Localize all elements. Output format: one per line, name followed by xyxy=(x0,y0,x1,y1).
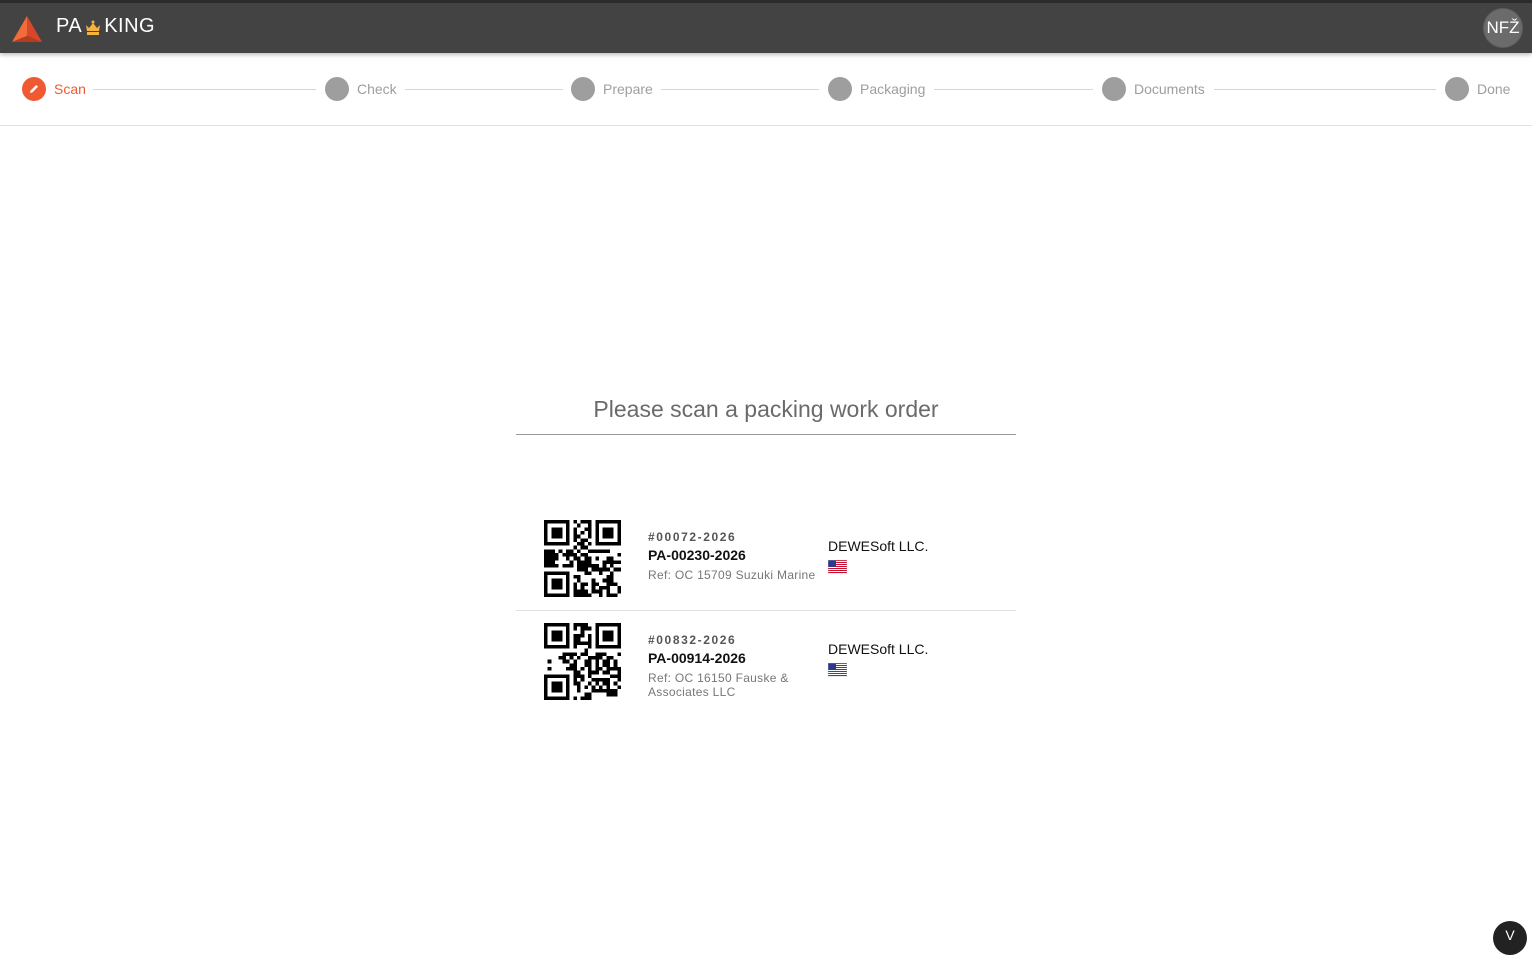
step-check-label: Check xyxy=(357,81,397,97)
progress-stepper: Scan Check Prepare Packaging Documents D… xyxy=(0,53,1532,126)
step-scan-dot xyxy=(22,77,46,101)
customer-info: DEWESoft LLC. xyxy=(828,538,928,574)
top-bar: PA KING NFŽ xyxy=(0,0,1532,53)
triangle-logo-icon[interactable] xyxy=(11,14,43,44)
order-ref: Ref: OC 15709 Suzuki Marine xyxy=(648,568,816,582)
step-packaging-dot xyxy=(828,77,852,101)
order-ref: Ref: OC 16150 Fauske & Associates LLC xyxy=(648,671,789,699)
step-prepare-dot xyxy=(571,77,595,101)
order-code: PA-00230-2026 xyxy=(648,547,746,563)
pencil-icon xyxy=(30,85,38,93)
customer-info: DEWESoft LLC. xyxy=(828,641,928,677)
step-prepare-label: Prepare xyxy=(603,81,653,97)
step-connector xyxy=(1214,89,1436,90)
step-done[interactable]: Done xyxy=(1445,77,1510,101)
work-order-list: #00072-2026 PA-00230-2026 Ref: OC 15709 … xyxy=(516,508,1016,713)
step-prepare[interactable]: Prepare xyxy=(571,77,653,101)
order-number: #00832-2026 xyxy=(648,633,737,647)
app-title: PA KING xyxy=(56,15,155,38)
step-scan-label: Scan xyxy=(54,81,86,97)
us-flag-icon xyxy=(828,560,847,574)
qr-code-icon xyxy=(544,520,621,597)
step-documents[interactable]: Documents xyxy=(1102,77,1205,101)
customer-name: DEWESoft LLC. xyxy=(828,641,929,657)
app-title-left: PA xyxy=(56,15,83,37)
order-info: #00072-2026 PA-00230-2026 Ref: OC 15709 … xyxy=(648,530,823,582)
app-title-right: KING xyxy=(104,15,156,37)
crown-icon xyxy=(86,20,101,35)
customer-name: DEWESoft LLC. xyxy=(828,538,929,554)
step-connector xyxy=(661,89,819,90)
corner-button-glyph: V xyxy=(1505,927,1515,943)
chevron-down-icon[interactable]: V xyxy=(1493,921,1527,955)
order-info: #00832-2026 PA-00914-2026 Ref: OC 16150 … xyxy=(648,633,823,699)
qr-code-icon xyxy=(544,623,621,700)
step-packaging-label: Packaging xyxy=(860,81,926,97)
step-scan[interactable]: Scan xyxy=(22,77,86,101)
work-order-row[interactable]: #00832-2026 PA-00914-2026 Ref: OC 16150 … xyxy=(516,610,1016,713)
us-flag-icon xyxy=(828,663,847,677)
step-done-label: Done xyxy=(1477,81,1511,97)
order-number: #00072-2026 xyxy=(648,530,737,544)
user-avatar[interactable]: NFŽ xyxy=(1484,9,1522,47)
scan-input[interactable] xyxy=(516,385,1016,435)
step-documents-label: Documents xyxy=(1134,81,1205,97)
step-documents-dot xyxy=(1102,77,1126,101)
order-code: PA-00914-2026 xyxy=(648,650,746,666)
step-connector xyxy=(934,89,1093,90)
step-packaging[interactable]: Packaging xyxy=(828,77,925,101)
user-initials: NFŽ xyxy=(1486,18,1520,37)
step-done-dot xyxy=(1445,77,1469,101)
work-order-row[interactable]: #00072-2026 PA-00230-2026 Ref: OC 15709 … xyxy=(516,508,1016,610)
step-check-dot xyxy=(325,77,349,101)
step-check[interactable]: Check xyxy=(325,77,397,101)
step-connector xyxy=(93,89,316,90)
step-connector xyxy=(405,89,563,90)
